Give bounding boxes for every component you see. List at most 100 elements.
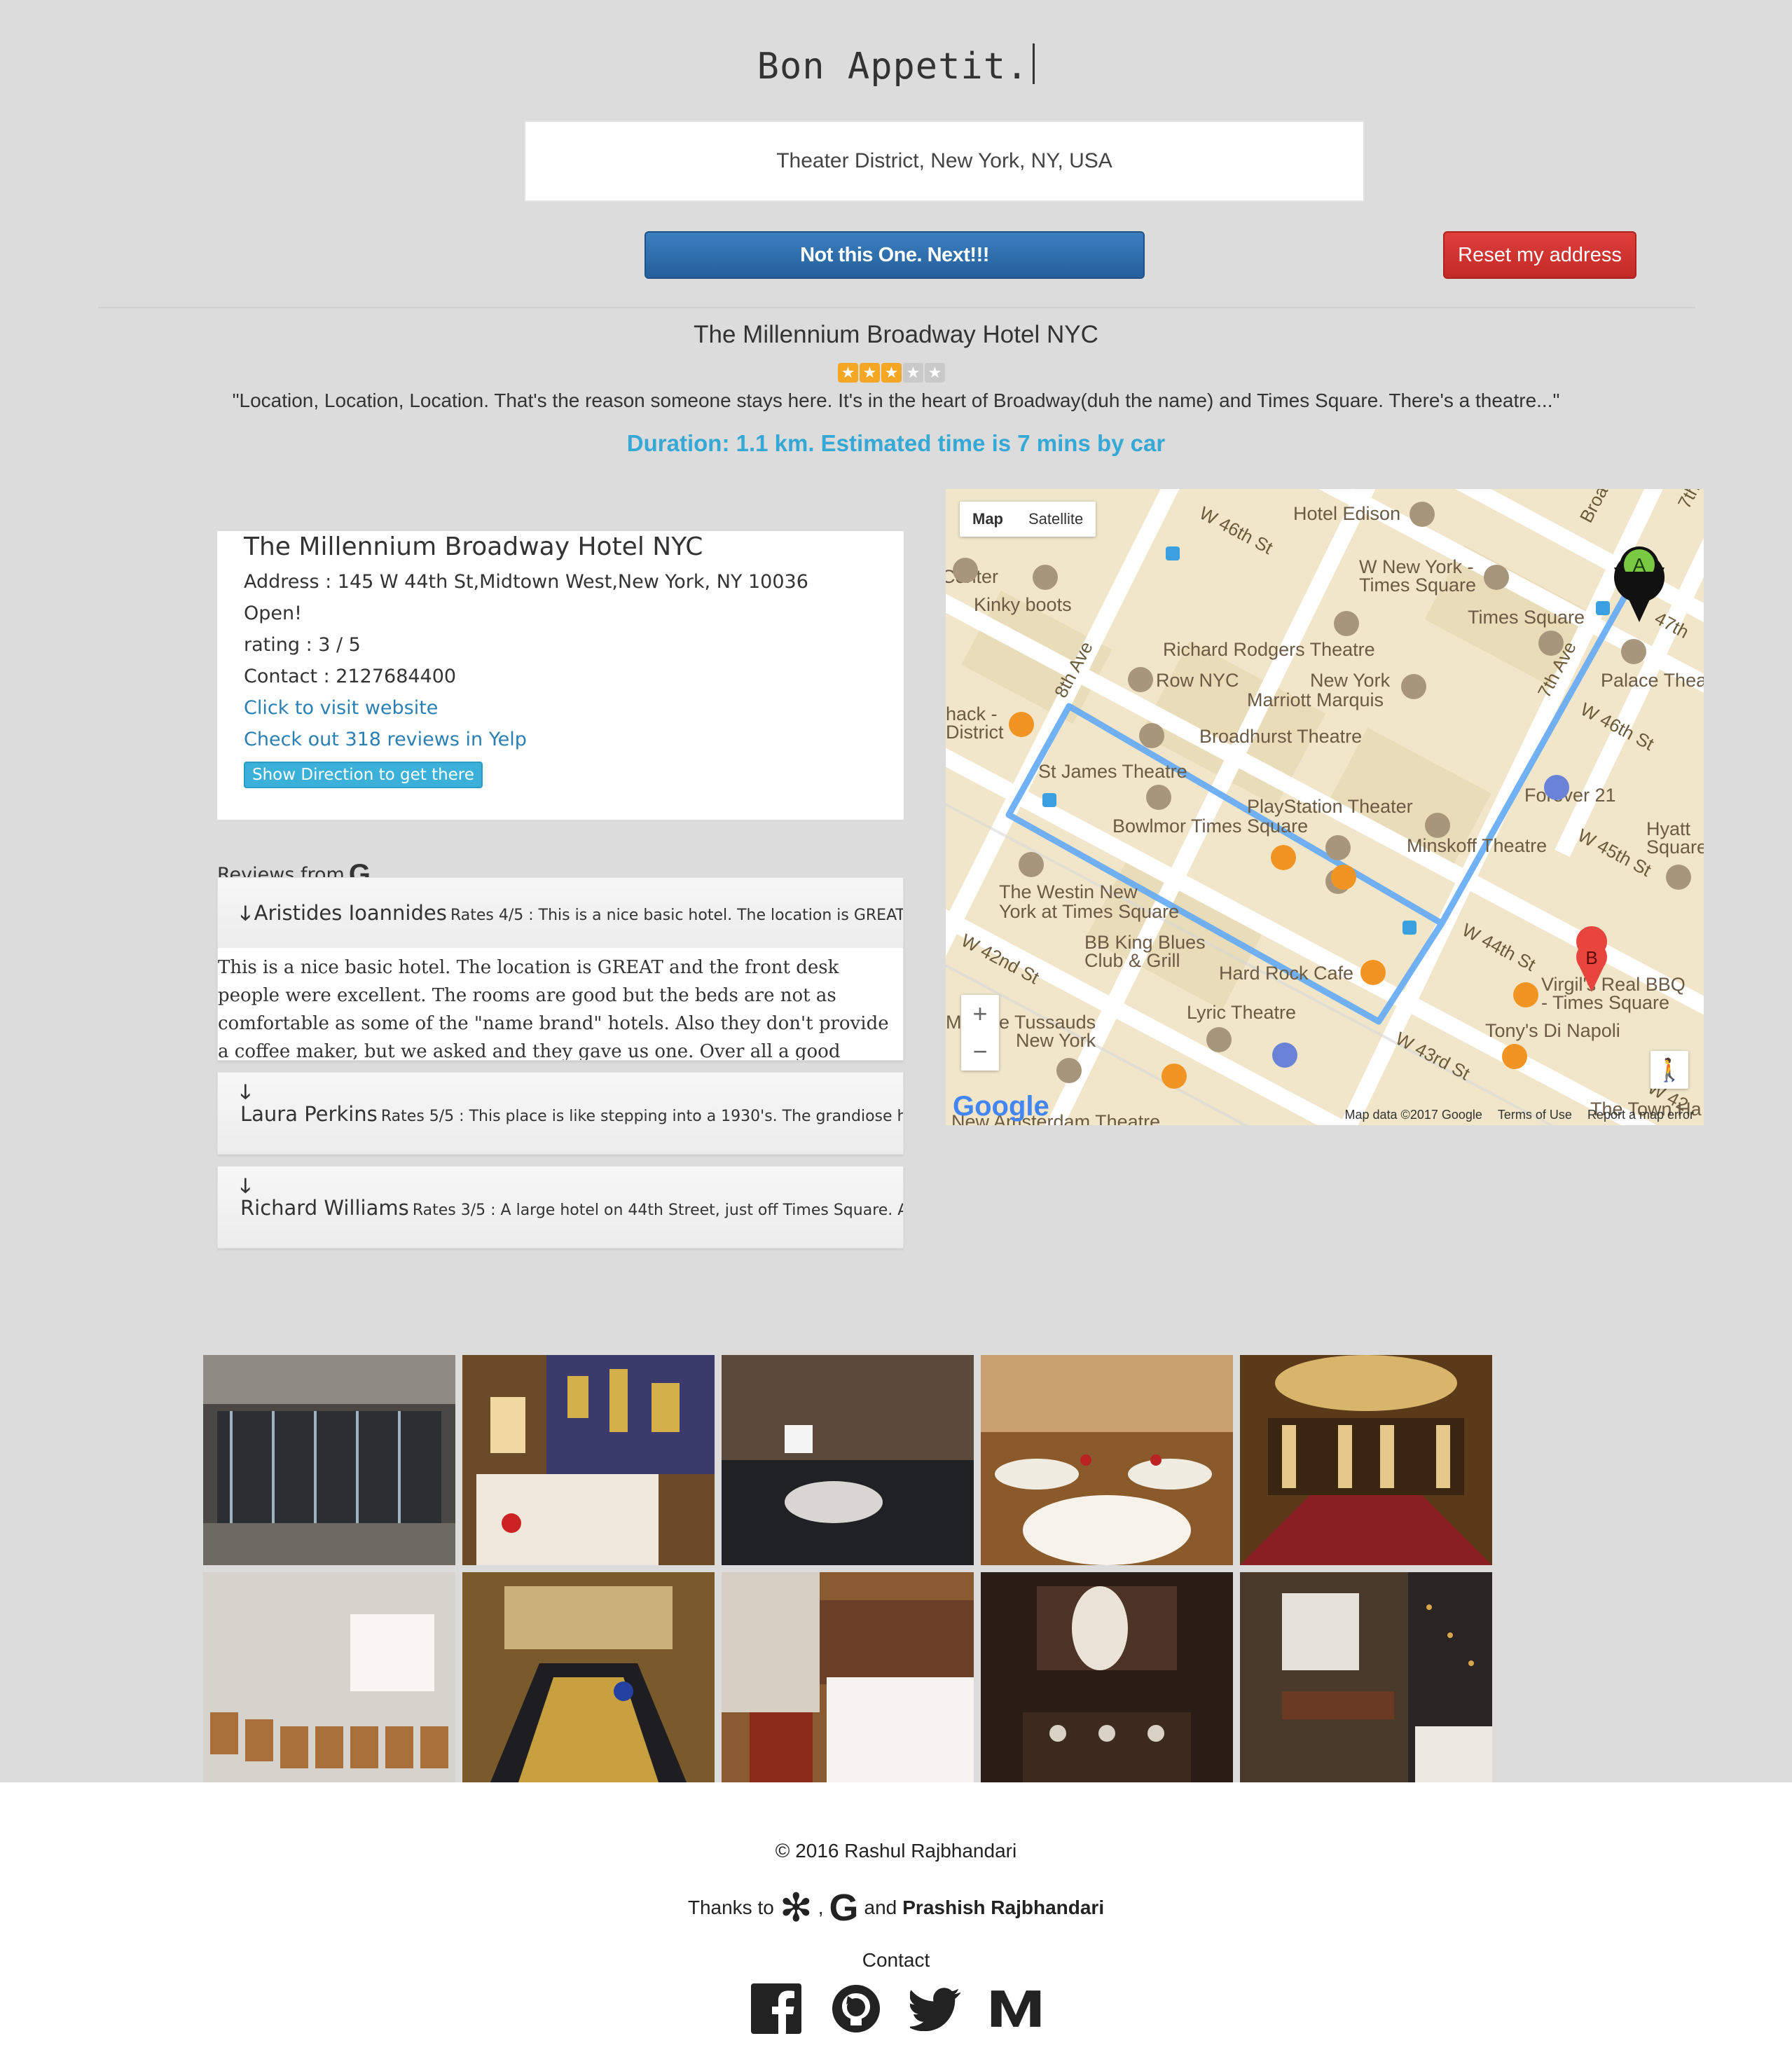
gallery-photo-private-dining[interactable]	[981, 1572, 1233, 1782]
svg-text:Kinky boots: Kinky boots	[974, 594, 1072, 615]
contact-label: Contact	[862, 1949, 930, 1971]
star-rating: ★ ★ ★ ★ ★	[838, 363, 945, 383]
gallery-photo-guest-room-view[interactable]	[462, 1355, 715, 1565]
page-footer: © 2016 Rashul Rajbhandari Thanks to ✻ , …	[0, 1782, 1792, 2050]
copyright-text: © 2016 Rashul Rajbhandari	[775, 1840, 1017, 1862]
svg-text:Times Square: Times Square	[1468, 607, 1585, 628]
github-icon[interactable]	[830, 1983, 882, 2035]
gallery-photo-boardroom[interactable]	[462, 1572, 715, 1782]
arrow-down-icon: 🡓	[240, 1174, 251, 1197]
medium-icon[interactable]	[990, 1983, 1042, 2035]
map-canvas[interactable]: W 46th St 8th Ave 7th Ave W 46th St W 45…	[946, 489, 1704, 1125]
gallery-photo-bathroom[interactable]	[722, 1355, 974, 1565]
marker-b-label: B	[1585, 947, 1597, 968]
svg-text:Forever 21: Forever 21	[1524, 785, 1616, 806]
place-title: The Millennium Broadway Hotel NYC	[694, 321, 1098, 348]
review-summary: Rates 4/5 : This is a nice basic hotel. …	[450, 907, 903, 924]
review-item[interactable]: 🡓 Aristides Ioannides Rates 4/5 : This i…	[217, 877, 904, 1061]
yelp-reviews-link[interactable]: Check out 318 reviews in Yelp	[244, 729, 877, 750]
show-direction-button[interactable]: Show Direction to get there	[244, 762, 483, 788]
svg-text:Tony's Di Napoli: Tony's Di Napoli	[1485, 1020, 1620, 1041]
zoom-out-button[interactable]: −	[961, 1033, 999, 1071]
thanks-and: and	[864, 1897, 897, 1918]
review-item[interactable]: 🡓 Laura Perkins Rates 5/5 : This place i…	[217, 1072, 904, 1155]
twitter-icon[interactable]	[910, 1983, 962, 2035]
marker-a-label: A	[1633, 554, 1646, 576]
open-status: Open!	[244, 603, 302, 624]
text-cursor	[1033, 43, 1035, 84]
svg-text:Hard Rock Cafe: Hard Rock Cafe	[1219, 963, 1353, 984]
divider	[98, 307, 1695, 308]
review-author: Richard Williams	[240, 1196, 409, 1220]
svg-text:St James Theatre: St James Theatre	[1038, 761, 1187, 782]
thanks-name: Prashish Rajbhandari	[902, 1897, 1105, 1918]
facebook-icon[interactable]	[750, 1983, 802, 2035]
duration-text: Duration: 1.1 km. Estimated time is 7 mi…	[626, 430, 1166, 456]
gallery-photo-hotel-entrance[interactable]	[203, 1355, 455, 1565]
street-view-pegman-icon[interactable]: 🚶	[1650, 1051, 1688, 1089]
map-type-control[interactable]: Map Satellite	[960, 502, 1096, 537]
map-data-label: Map data ©2017 Google	[1344, 1108, 1482, 1122]
website-link[interactable]: Click to visit website	[244, 697, 877, 719]
svg-text:Richard Rodgers Theatre: Richard Rodgers Theatre	[1163, 639, 1375, 660]
svg-text:Hotel Edison: Hotel Edison	[1293, 503, 1400, 524]
yelp-icon[interactable]: ✻	[780, 1888, 813, 1927]
photo-gallery	[203, 1355, 1492, 1782]
zoom-in-button[interactable]: +	[961, 995, 999, 1033]
zoom-control[interactable]: + −	[961, 995, 999, 1071]
svg-text:Palace Thea: Palace Thea	[1601, 670, 1704, 691]
place-name: The Millennium Broadway Hotel NYC	[244, 532, 703, 561]
svg-text:Row NYC: Row NYC	[1156, 670, 1239, 691]
directions-map[interactable]: W 46th St 8th Ave 7th Ave W 46th St W 45…	[946, 489, 1704, 1125]
place-info-card: The Millennium Broadway Hotel NYC Addres…	[217, 531, 904, 820]
reset-address-button[interactable]: Reset my address	[1443, 231, 1636, 279]
star-icon: ★	[881, 363, 902, 383]
thanks-line: Thanks to ✻ , G and Prashish Rajbhandari	[0, 1886, 1792, 1929]
star-icon: ★	[925, 363, 945, 383]
review-summary: Rates 3/5 : A large hotel on 44th Street…	[412, 1202, 903, 1219]
app-title: Bon Appetit.	[0, 43, 1792, 88]
map-type-satellite-button[interactable]: Satellite	[1016, 502, 1096, 537]
svg-text:The Westin New: The Westin New	[999, 881, 1138, 902]
gallery-photo-conference-room[interactable]	[203, 1572, 455, 1782]
svg-text:Square: Square	[1646, 837, 1704, 858]
svg-text:Lyric Theatre: Lyric Theatre	[1187, 1002, 1296, 1023]
report-map-error-link[interactable]: Report a map error	[1587, 1108, 1694, 1122]
address-input[interactable]	[524, 121, 1365, 202]
review-author: Laura Perkins	[240, 1102, 378, 1126]
arrow-down-icon: 🡓	[240, 902, 251, 925]
place-contact: Contact : 2127684400	[244, 666, 457, 687]
gallery-photo-guest-room-king[interactable]	[722, 1572, 974, 1782]
svg-text:New York: New York	[1016, 1030, 1096, 1051]
arrow-down-icon: 🡓	[240, 1080, 251, 1103]
svg-text:Club & Grill: Club & Grill	[1084, 950, 1180, 971]
map-type-map-button[interactable]: Map	[960, 502, 1016, 537]
svg-text:District: District	[946, 722, 1004, 743]
gallery-photo-guest-room-desk[interactable]	[1240, 1572, 1492, 1782]
gallery-photo-grand-ballroom[interactable]	[1240, 1355, 1492, 1565]
svg-text:Minskoff Theatre: Minskoff Theatre	[1407, 835, 1547, 856]
review-author: Aristides Ioannides	[254, 901, 447, 925]
star-icon: ★	[860, 363, 880, 383]
thanks-separator: ,	[818, 1897, 824, 1918]
svg-text:Marriott Marquis: Marriott Marquis	[1247, 689, 1384, 710]
svg-text:New York: New York	[1310, 670, 1391, 691]
map-attribution: Map data ©2017 Google Terms of Use Repor…	[1345, 1108, 1695, 1122]
review-summary: Rates 5/5 : This place is like stepping …	[380, 1108, 903, 1125]
terms-of-use-link[interactable]: Terms of Use	[1498, 1108, 1572, 1122]
svg-text:PlayStation Theater: PlayStation Theater	[1247, 796, 1413, 817]
svg-text:York at Times Square: York at Times Square	[999, 901, 1179, 922]
google-icon[interactable]: G	[829, 1886, 859, 1929]
place-rating: rating : 3 / 5	[244, 634, 361, 656]
gallery-photo-banquet-hall[interactable]	[981, 1355, 1233, 1565]
place-address: Address : 145 W 44th St,Midtown West,New…	[244, 571, 808, 593]
svg-text:Broadhurst Theatre: Broadhurst Theatre	[1199, 726, 1362, 747]
next-restaurant-button[interactable]: Not this One. Next!!!	[645, 231, 1145, 279]
svg-text:Times Square: Times Square	[1359, 575, 1476, 596]
google-logo[interactable]: Google	[953, 1091, 1049, 1122]
social-links	[0, 1983, 1792, 2035]
star-icon: ★	[838, 363, 858, 383]
star-icon: ★	[903, 363, 923, 383]
review-item[interactable]: 🡓 Richard Williams Rates 3/5 : A large h…	[217, 1166, 904, 1248]
svg-text:- Times Square: - Times Square	[1541, 992, 1669, 1013]
